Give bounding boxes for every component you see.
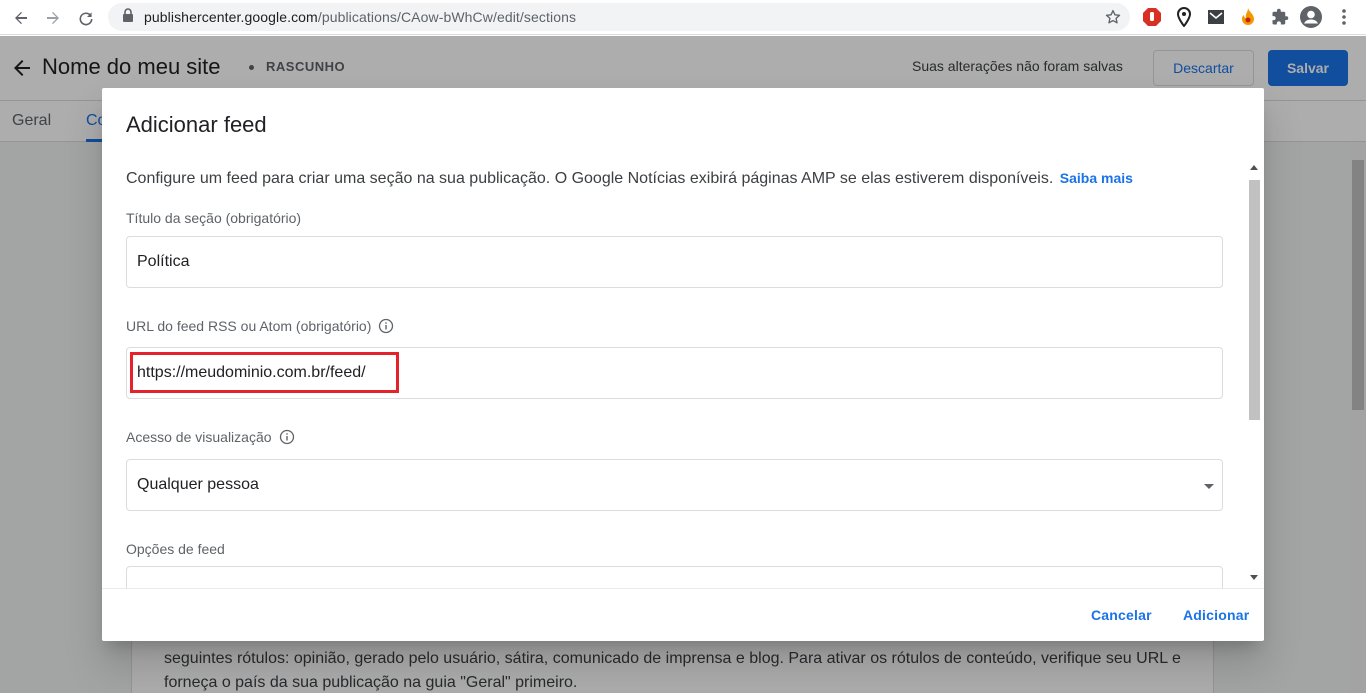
browser-toolbar: publishercenter.google.com/publications/… <box>0 0 1366 35</box>
feed-options-label-text: Opções de feed <box>126 541 225 557</box>
description-text: Configure um feed para criar uma seção n… <box>126 170 1054 187</box>
reload-icon[interactable] <box>73 5 99 31</box>
cancel-button[interactable]: Cancelar <box>1091 607 1152 623</box>
scroll-up-icon[interactable] <box>1250 165 1258 170</box>
star-icon[interactable] <box>1104 8 1122 31</box>
info-icon[interactable] <box>378 318 394 334</box>
access-select-value: Qualquer pessoa <box>137 476 259 493</box>
puzzle-icon[interactable] <box>1269 6 1291 28</box>
location-pin-icon[interactable] <box>1173 6 1195 28</box>
profile-icon[interactable] <box>1300 6 1322 28</box>
section-title-label-text: Título da seção (obrigatório) <box>126 210 302 226</box>
learn-more-link[interactable]: Saiba mais <box>1060 170 1133 186</box>
url-path: /publications/CAow-bWhCw/edit/sections <box>317 9 577 25</box>
mail-extension-icon[interactable] <box>1205 6 1227 28</box>
lock-icon <box>122 7 134 27</box>
dialog-body: Configure um feed para criar uma seção n… <box>102 160 1264 588</box>
back-icon[interactable] <box>8 5 34 31</box>
dropdown-arrow-icon <box>1204 484 1214 489</box>
access-label-text: Acesso de visualização <box>126 429 272 445</box>
fire-extension-icon[interactable] <box>1237 6 1259 28</box>
url-text: publishercenter.google.com/publications/… <box>144 9 576 25</box>
access-label: Acesso de visualização <box>126 429 295 445</box>
add-button[interactable]: Adicionar <box>1183 607 1249 623</box>
forward-icon[interactable] <box>40 5 66 31</box>
dialog-scrollbar-thumb[interactable] <box>1249 180 1260 420</box>
dialog-title: Adicionar feed <box>126 112 267 137</box>
address-bar[interactable]: publishercenter.google.com/publications/… <box>108 3 1130 31</box>
section-title-field[interactable]: Política <box>126 236 1223 288</box>
section-title-label: Título da seção (obrigatório) <box>126 210 301 226</box>
scroll-down-icon[interactable] <box>1250 575 1258 580</box>
feed-url-label-text: URL do feed RSS ou Atom (obrigatório) <box>126 318 372 334</box>
feed-url-label: URL do feed RSS ou Atom (obrigatório) <box>126 318 394 334</box>
url-host: publishercenter.google.com <box>144 9 318 25</box>
dialog-actions: Cancelar Adicionar <box>102 588 1264 641</box>
section-title-value: Política <box>137 253 190 270</box>
feed-url-highlight <box>130 352 399 393</box>
feed-options-field[interactable] <box>126 566 1223 588</box>
dialog-description: Configure um feed para criar uma seção n… <box>126 170 1133 188</box>
dialog-scrollbar[interactable] <box>1247 160 1262 588</box>
access-select[interactable]: Qualquer pessoa <box>126 459 1223 511</box>
more-vert-icon[interactable] <box>1333 6 1355 28</box>
add-feed-dialog: Adicionar feed Configure um feed para cr… <box>102 88 1264 641</box>
adblock-icon[interactable] <box>1141 6 1163 28</box>
feed-options-label: Opções de feed <box>126 541 225 557</box>
info-icon[interactable] <box>279 429 295 445</box>
